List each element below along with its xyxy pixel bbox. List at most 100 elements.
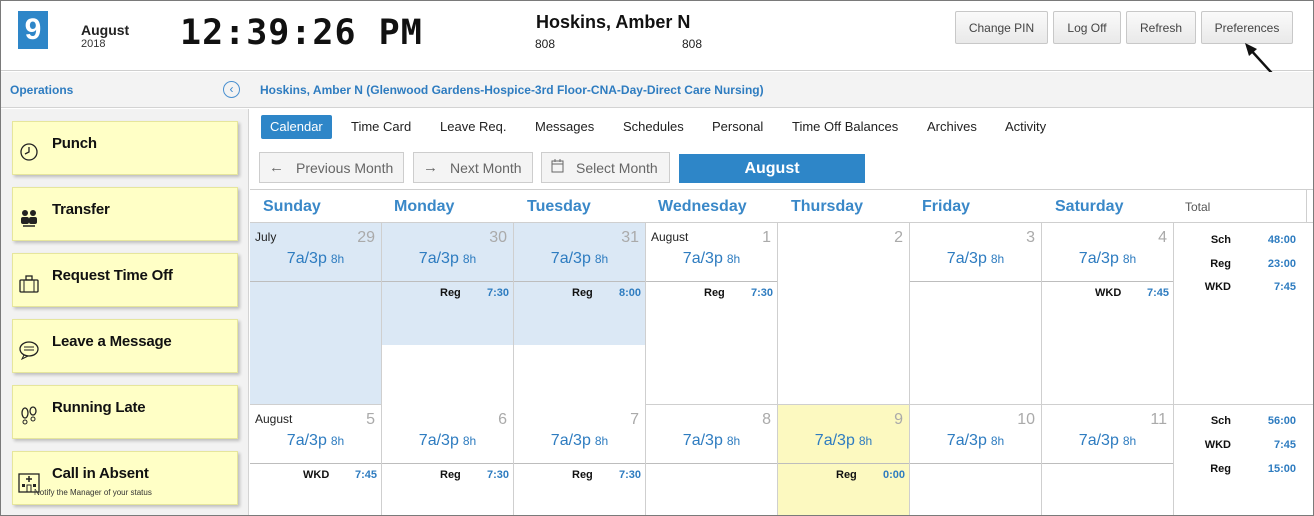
cell-shift[interactable]: 7a/3p 8h xyxy=(250,250,381,268)
cell-day-number: 11 xyxy=(1150,411,1167,428)
tab-personal[interactable]: Personal xyxy=(703,115,772,139)
call-in-absent-note: Notify the Manager of your status xyxy=(34,488,152,497)
cell-day-number: 29 xyxy=(357,229,375,246)
cell-shift[interactable]: 7a/3p 8h xyxy=(646,432,777,450)
cell-hours-band: WKD 7:45 xyxy=(250,463,381,515)
day-cell[interactable]: August 1 7a/3p 8h Reg 7:30 xyxy=(646,223,778,405)
request-time-off-label: Request Time Off xyxy=(52,267,173,284)
cell-hours-value: 7:30 xyxy=(486,469,509,481)
current-month: August xyxy=(679,154,865,183)
collapse-sidebar-icon[interactable]: ‹ xyxy=(223,81,240,98)
cell-shift[interactable]: 7a/3p 8h xyxy=(382,432,513,450)
cell-hours-band xyxy=(910,281,1041,344)
clock-display: 12:39:26 PM xyxy=(180,13,423,53)
cell-shift[interactable]: 7a/3p 8h xyxy=(250,432,381,450)
day-cell[interactable]: 30 7a/3p 8h Reg 7:30 xyxy=(382,223,514,405)
dow-friday: Friday xyxy=(922,198,971,215)
leave-message-button[interactable]: Leave a Message xyxy=(12,319,238,373)
dow-sunday: Sunday xyxy=(263,198,321,215)
cell-shift[interactable]: 7a/3p 8h xyxy=(382,250,513,268)
cell-hours-band: Reg 7:30 xyxy=(382,463,513,515)
day-cell[interactable]: 2 xyxy=(778,223,910,405)
dow-tuesday: Tuesday xyxy=(527,198,591,215)
cell-hours-value: 8:00 xyxy=(618,287,641,299)
call-in-absent-button[interactable]: Call in Absent Notify the Manager of you… xyxy=(12,451,238,505)
day-cell[interactable]: 11 7a/3p 8h xyxy=(1042,405,1174,515)
cell-hours-band: Reg 7:30 xyxy=(646,281,777,344)
cell-hours-value: 7:45 xyxy=(354,469,377,481)
day-cell[interactable]: 3 7a/3p 8h xyxy=(910,223,1042,405)
day-cell[interactable]: 10 7a/3p 8h xyxy=(910,405,1042,515)
suitcase-icon xyxy=(17,272,41,296)
cell-hours-value: 7:30 xyxy=(618,469,641,481)
employee-assignment: Hoskins, Amber N (Glenwood Gardens-Hospi… xyxy=(260,83,764,97)
dow-thursday: Thursday xyxy=(791,198,864,215)
cell-month: July xyxy=(255,230,277,244)
cell-day-number: 2 xyxy=(894,229,903,246)
cell-day-number: 10 xyxy=(1017,411,1035,428)
cell-day-number: 4 xyxy=(1158,229,1167,246)
day-cell[interactable]: July 29 7a/3p 8h xyxy=(250,223,382,405)
cell-day-number: 3 xyxy=(1026,229,1035,246)
request-time-off-button[interactable]: Request Time Off xyxy=(12,253,238,307)
cell-hours-band xyxy=(250,281,381,344)
tab-time-off-balances[interactable]: Time Off Balances xyxy=(783,115,907,139)
cell-shift[interactable]: 7a/3p 8h xyxy=(646,250,777,268)
day-cell[interactable]: August 5 7a/3p 8h WKD 7:45 xyxy=(250,405,382,515)
day-cell[interactable]: 7 7a/3p 8h Reg 7:30 xyxy=(514,405,646,515)
cell-hours-kind: Reg xyxy=(572,469,593,481)
cell-hours-value: 7:30 xyxy=(486,287,509,299)
cell-day-number: 6 xyxy=(498,411,507,428)
cell-shift[interactable]: 7a/3p 8h xyxy=(910,432,1041,450)
day-cell[interactable]: 6 7a/3p 8h Reg 7:30 xyxy=(382,405,514,515)
calendar-icon xyxy=(551,159,564,176)
cell-hours-kind: Reg xyxy=(440,287,461,299)
next-month-label: Next Month xyxy=(450,159,522,176)
tab-leave-req[interactable]: Leave Req. xyxy=(431,115,516,139)
tab-messages[interactable]: Messages xyxy=(526,115,603,139)
employee-code-left: 808 xyxy=(535,37,556,51)
day-cell[interactable]: 4 7a/3p 8h WKD 7:45 xyxy=(1042,223,1174,405)
operations-title: Operations xyxy=(10,83,74,97)
log-off-button[interactable]: Log Off xyxy=(1053,11,1121,44)
running-late-button[interactable]: Running Late xyxy=(12,385,238,439)
cell-shift[interactable]: 7a/3p 8h xyxy=(1042,432,1173,450)
cell-day-number: 9 xyxy=(894,411,903,428)
previous-month-button[interactable]: ← Previous Month xyxy=(259,152,404,183)
cell-shift[interactable]: 7a/3p 8h xyxy=(514,432,645,450)
tab-time-card[interactable]: Time Card xyxy=(342,115,420,139)
tab-schedules[interactable]: Schedules xyxy=(614,115,693,139)
day-badge: 9 xyxy=(18,11,48,49)
cell-hours-kind: WKD xyxy=(303,469,330,481)
tab-archives[interactable]: Archives xyxy=(918,115,986,139)
cell-hours-band: Reg 0:00 xyxy=(778,463,909,515)
transfer-label: Transfer xyxy=(52,201,110,218)
cell-hours-kind: Reg xyxy=(440,469,461,481)
clock-icon xyxy=(17,140,41,164)
punch-button[interactable]: Punch xyxy=(12,121,238,175)
day-cell[interactable]: 8 7a/3p 8h xyxy=(646,405,778,515)
top-header: 9 August 2018 12:39:26 PM Hoskins, Amber… xyxy=(1,1,1313,71)
cell-shift[interactable]: 7a/3p 8h xyxy=(1042,250,1173,268)
cell-shift[interactable]: 7a/3p 8h xyxy=(778,432,909,450)
dow-monday: Monday xyxy=(394,198,455,215)
total-header: Total xyxy=(1185,200,1211,214)
select-month-button[interactable]: Select Month xyxy=(541,152,670,183)
day-cell[interactable]: 31 7a/3p 8h Reg 8:00 xyxy=(514,223,646,405)
transfer-button[interactable]: Transfer xyxy=(12,187,238,241)
cell-day-number: 7 xyxy=(630,411,639,428)
cell-shift[interactable]: 7a/3p 8h xyxy=(910,250,1041,268)
employee-name: Hoskins, Amber N xyxy=(536,12,691,32)
cell-hours-kind: Reg xyxy=(572,287,593,299)
day-cell-today[interactable]: 9 7a/3p 8h Reg 0:00 xyxy=(778,405,910,515)
next-month-button[interactable]: → Next Month xyxy=(413,152,533,183)
refresh-button[interactable]: Refresh xyxy=(1126,11,1196,44)
cell-hours-value: 0:00 xyxy=(882,469,905,481)
tab-activity[interactable]: Activity xyxy=(996,115,1055,139)
header-month: August xyxy=(81,22,130,38)
tab-calendar[interactable]: Calendar xyxy=(261,115,332,139)
cell-day-number: 30 xyxy=(489,229,507,246)
cell-hours-kind: WKD xyxy=(1095,287,1122,299)
cell-shift[interactable]: 7a/3p 8h xyxy=(514,250,645,268)
change-pin-button[interactable]: Change PIN xyxy=(955,11,1048,44)
